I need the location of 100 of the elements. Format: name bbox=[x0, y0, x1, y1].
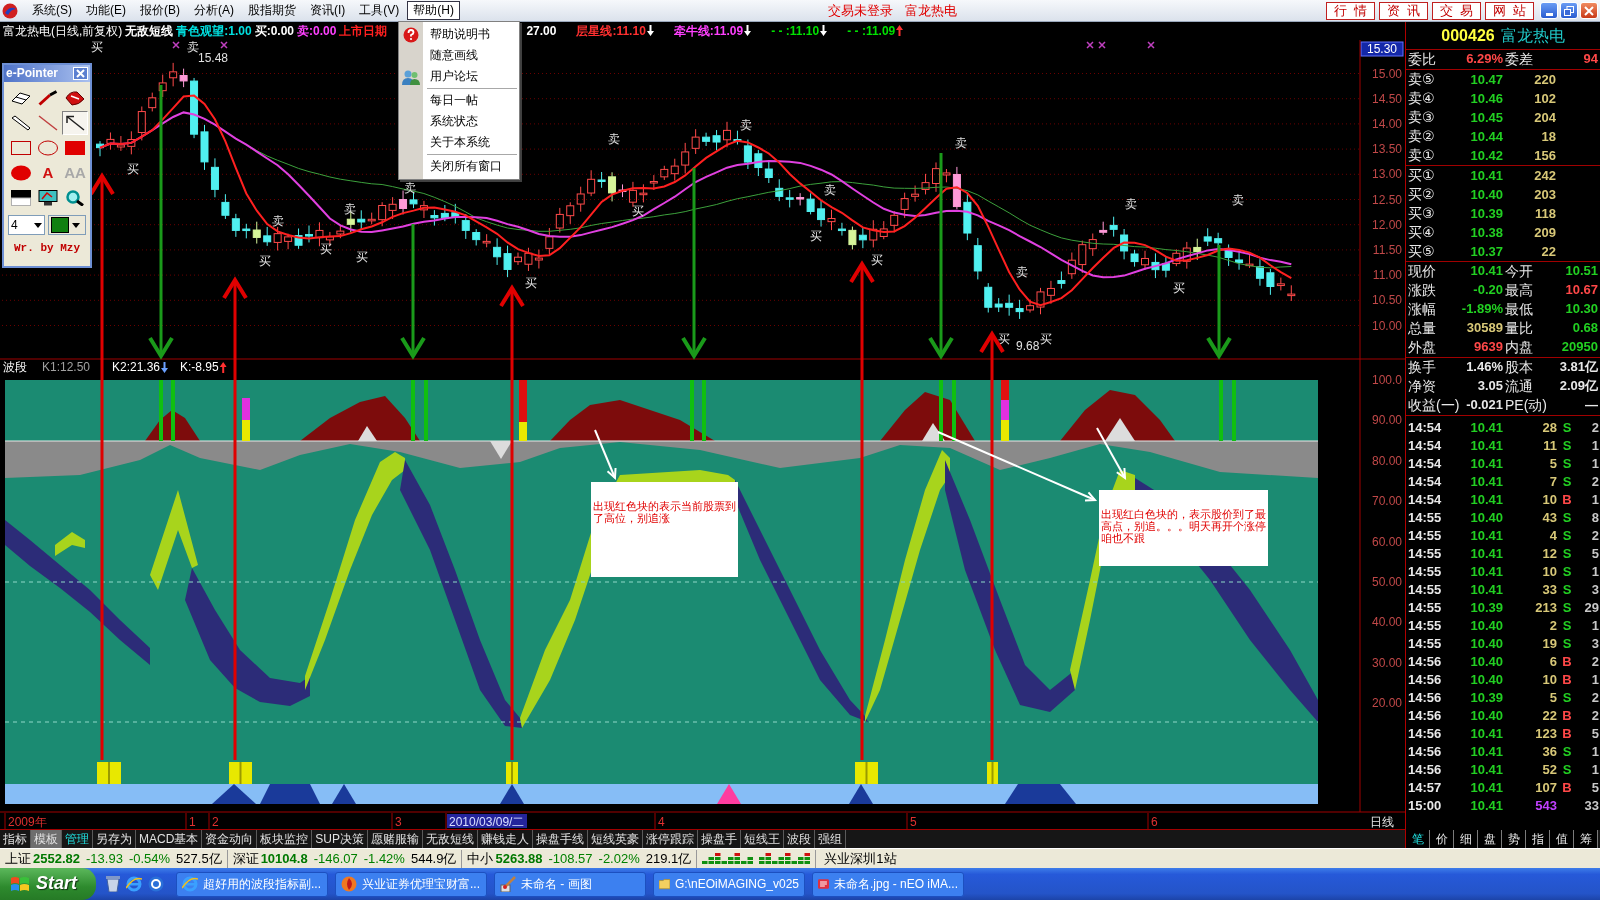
filled-ellipse-icon bbox=[11, 165, 31, 181]
close-button[interactable] bbox=[73, 67, 88, 80]
order-volume: 118 bbox=[1534, 205, 1556, 222]
taskbar-button[interactable]: 未命名.jpg - nEO iMA... bbox=[812, 871, 964, 897]
signal-block bbox=[987, 761, 998, 785]
toolbar-button[interactable]: 行情 bbox=[1326, 1, 1375, 20]
trade-side: B bbox=[1561, 654, 1573, 670]
panel-tab[interactable]: 细 bbox=[1454, 830, 1478, 848]
stock-name: 富龙热电 bbox=[1500, 25, 1565, 46]
arrow-tool[interactable] bbox=[62, 111, 88, 135]
trade-side: S bbox=[1561, 762, 1573, 778]
order-price: 10.40 bbox=[1469, 186, 1503, 203]
taskbar-button[interactable]: 超好用的波段指标副... bbox=[176, 871, 328, 897]
menu-item[interactable]: 关闭所有窗口 bbox=[399, 156, 519, 177]
panel-tab[interactable]: 盘 bbox=[1478, 830, 1502, 848]
indicator-reading: K:-8.95 bbox=[180, 360, 219, 374]
trade-time: 14:55 bbox=[1408, 618, 1443, 634]
text-tool[interactable]: A bbox=[35, 161, 61, 185]
block-chart-icon bbox=[702, 853, 754, 864]
panel-tab[interactable]: 笔 bbox=[1406, 830, 1430, 848]
menu-item[interactable]: 股指期货 bbox=[242, 1, 302, 20]
index-change: -146.07 bbox=[313, 850, 358, 867]
toolbar-button[interactable]: 交易 bbox=[1432, 1, 1481, 20]
menu-item[interactable]: 帮助(H) bbox=[407, 1, 460, 20]
menu-item[interactable]: 每日一帖 bbox=[399, 90, 519, 111]
menu-item[interactable]: 系统(S) bbox=[26, 1, 78, 20]
toolbar-button[interactable]: 网站 bbox=[1485, 1, 1534, 20]
menu-item[interactable]: 帮助说明书 bbox=[399, 24, 519, 45]
axis-label: 80.00 bbox=[1371, 453, 1402, 468]
quote-value: -0.20 bbox=[1473, 282, 1503, 299]
indicator-value: 牵牛线:11.09 bbox=[673, 23, 744, 39]
panel-tab[interactable]: 筹 bbox=[1574, 830, 1598, 848]
minimize-button[interactable] bbox=[1540, 2, 1558, 19]
trade-side: S bbox=[1561, 744, 1573, 760]
trade-volume: 52 bbox=[1541, 762, 1557, 778]
eraser-icon bbox=[11, 90, 31, 106]
quote-value: 6.29% bbox=[1466, 51, 1503, 68]
axis-label: 20.00 bbox=[1371, 696, 1402, 711]
panel-tab[interactable]: 指 bbox=[1526, 830, 1550, 848]
trade-side: S bbox=[1561, 474, 1573, 490]
trade-count: 2 bbox=[1590, 708, 1599, 724]
menu-item[interactable]: 资讯(I) bbox=[304, 1, 352, 20]
trade-side: S bbox=[1561, 690, 1573, 706]
menu-item[interactable]: 随意画线 bbox=[399, 45, 519, 66]
order-volume: 22 bbox=[1540, 243, 1556, 260]
restore-button[interactable] bbox=[1560, 2, 1578, 19]
trade-time: 14:55 bbox=[1408, 636, 1443, 652]
quote-label: 委比 bbox=[1408, 51, 1436, 68]
trade-volume: 12 bbox=[1541, 546, 1557, 562]
date-label: 2 bbox=[212, 814, 219, 829]
trade-time: 14:56 bbox=[1408, 654, 1443, 670]
panel-tab[interactable]: 价 bbox=[1430, 830, 1454, 848]
menu-item[interactable]: 工具(V) bbox=[353, 1, 406, 20]
taskbar-button[interactable]: 未命名 - 画图 bbox=[494, 871, 646, 897]
index-name: 中小 bbox=[467, 850, 494, 867]
panel-tab[interactable]: 势 bbox=[1502, 830, 1526, 848]
color-dropdown[interactable] bbox=[47, 215, 86, 235]
menu-item[interactable]: 报价(B) bbox=[134, 1, 186, 20]
axis-label: 30.00 bbox=[1371, 655, 1402, 670]
signal-label: 卖 bbox=[344, 202, 356, 216]
minimize-icon bbox=[1545, 12, 1553, 16]
signal-bar bbox=[952, 380, 956, 441]
taskbar-button[interactable]: 兴业证券优理宝财富... bbox=[335, 871, 487, 897]
panel-tab[interactable]: 值 bbox=[1550, 830, 1574, 848]
axis-label: 10.50 bbox=[1371, 293, 1402, 308]
trade-time: 14:56 bbox=[1408, 726, 1443, 742]
index-amount: 219.1亿 bbox=[645, 850, 692, 867]
quote-label: 收益(一) bbox=[1408, 397, 1460, 414]
server-name: 兴业深圳1站 bbox=[824, 850, 897, 867]
toolbar-button[interactable]: 资讯 bbox=[1379, 1, 1428, 20]
date-label: 2009年 bbox=[8, 814, 47, 829]
pencil-icon bbox=[11, 115, 31, 131]
trade-price: 10.40 bbox=[1469, 636, 1503, 652]
index-percent: -1.42% bbox=[363, 850, 405, 867]
trade-time: 14:55 bbox=[1408, 528, 1443, 544]
taskbar-button[interactable]: G:\nEOiMAGING_v025 bbox=[653, 871, 805, 897]
indicator-reading: K1:12.50 bbox=[42, 360, 91, 374]
indicator-value: 卖:0.00 bbox=[297, 23, 337, 39]
menu-item[interactable]: 系统状态 bbox=[399, 111, 519, 132]
function-tab[interactable]: 模板 bbox=[31, 830, 62, 848]
menu-item[interactable]: 功能(E) bbox=[80, 1, 132, 20]
menu-item[interactable]: 用户论坛 bbox=[399, 66, 519, 87]
signal-label: 买 bbox=[810, 229, 822, 243]
folder-icon bbox=[659, 877, 670, 891]
signal-label: 卖 bbox=[740, 118, 752, 132]
trade-count: 1 bbox=[1590, 492, 1599, 508]
rectangle-icon bbox=[11, 140, 31, 156]
menu-item[interactable]: 分析(A) bbox=[188, 1, 240, 20]
trade-volume: 6 bbox=[1548, 654, 1557, 670]
close-button[interactable] bbox=[1580, 2, 1598, 19]
signal-block bbox=[855, 761, 878, 785]
block-chart-icon bbox=[759, 853, 811, 864]
index-name: 深证 bbox=[232, 850, 259, 867]
signal-label: 买 bbox=[1040, 332, 1052, 346]
trade-volume: 28 bbox=[1541, 420, 1557, 436]
price-note: 9.68 bbox=[1016, 339, 1040, 353]
trade-volume: 543 bbox=[1534, 798, 1557, 814]
menu-item[interactable]: 关于本系统 bbox=[399, 132, 519, 153]
line-width-dropdown[interactable]: 4 bbox=[8, 215, 45, 235]
start-button[interactable]: Start bbox=[0, 868, 96, 900]
